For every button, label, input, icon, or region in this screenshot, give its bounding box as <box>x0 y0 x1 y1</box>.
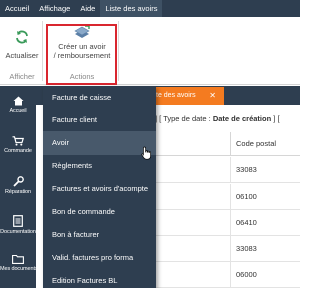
filter-suffix: ] [ <box>271 114 280 123</box>
group-label-display: Afficher <box>9 72 35 81</box>
ribbon-separator <box>42 21 43 81</box>
refresh-icon <box>16 30 28 44</box>
grid-header: Code postal <box>155 132 300 156</box>
refresh-label: Actualiser <box>5 51 39 60</box>
menu-item-reglements[interactable]: Règlements <box>43 154 156 178</box>
sidebar-item-label: Documentation <box>0 229 36 235</box>
menu-item-factures-et-avoirs-d-acompte[interactable]: Factures et avoirs d'acompte <box>43 177 156 201</box>
highlight-box <box>46 24 117 85</box>
home-icon <box>13 96 23 106</box>
filter-date-type: Date de création <box>212 114 272 123</box>
cell-code-postal: 33083 <box>230 236 300 262</box>
menu-affichage[interactable]: Affichage <box>34 0 75 17</box>
sidebar-item-label: Réparation <box>5 189 31 195</box>
menu-item-bon-de-commande[interactable]: Bon de commande <box>43 200 156 224</box>
table-row[interactable]: 33083 <box>155 236 300 262</box>
table-row[interactable]: 06410 <box>155 210 300 236</box>
menu-liste-des-avoirs[interactable]: Liste des avoirs <box>100 0 163 17</box>
sidebar-item-commande[interactable]: Commande <box>0 136 36 154</box>
table-row[interactable]: 06100 <box>155 184 300 210</box>
sidebar: Accueil Commande Réparation Documentatio… <box>0 86 38 288</box>
cell-code-postal: 06000 <box>230 262 300 288</box>
filter-summary: ] [ Type de date : Date de création ] [ <box>155 109 280 129</box>
sidebar-item-accueil[interactable]: Accueil <box>0 96 36 114</box>
sidebar-item-label: Mes documents <box>0 266 38 272</box>
menu-item-facture-de-caisse[interactable]: Facture de caisse <box>43 86 156 110</box>
cell-code-postal: 06410 <box>230 210 300 236</box>
document-icon <box>13 215 23 227</box>
menu-bar: Accueil Affichage Aide Liste des avoirs <box>0 0 300 17</box>
folder-icon <box>12 254 24 264</box>
cell-code-postal: 06100 <box>230 184 300 210</box>
ribbon-separator <box>118 21 119 81</box>
menu-aide[interactable]: Aide <box>75 0 100 17</box>
dropdown-menu: Facture de caisse Facture client Avoir R… <box>43 86 156 288</box>
close-icon[interactable]: ✕ <box>209 87 216 105</box>
ribbon: Actualiser Créer un avoir / remboursemen… <box>0 17 300 85</box>
column-header-code-postal[interactable]: Code postal <box>230 132 300 156</box>
cell-code-postal: 33083 <box>230 157 300 183</box>
sidebar-item-label: Commande <box>4 148 32 154</box>
tab-label: te des avoirs <box>156 92 196 99</box>
menu-item-valid-factures-pro-forma[interactable]: Valid. factures pro forma <box>43 246 156 270</box>
menu-item-facture-client[interactable]: Facture client <box>43 108 156 132</box>
menu-item-bon-a-facturer[interactable]: Bon à facturer <box>43 223 156 247</box>
sidebar-item-reparation[interactable]: Réparation <box>0 176 36 195</box>
menu-item-avoir[interactable]: Avoir <box>43 131 156 155</box>
table-row[interactable]: 33083 <box>155 157 300 183</box>
refresh-button[interactable]: Actualiser <box>4 29 40 60</box>
filter-prefix: ] [ Type de date : <box>155 114 213 123</box>
hand-cursor-icon <box>141 146 151 160</box>
sidebar-item-mes-documents[interactable]: Mes documents <box>0 254 38 272</box>
table-row[interactable]: 06000 <box>155 262 300 288</box>
sidebar-item-label: Accueil <box>9 108 27 114</box>
menu-item-edition-factures-bl[interactable]: Edition Factures BL <box>43 269 156 288</box>
wrench-icon <box>12 176 24 187</box>
tab-liste-des-avoirs[interactable]: te des avoirs ✕ <box>152 87 224 105</box>
menu-accueil[interactable]: Accueil <box>0 0 34 17</box>
cart-icon <box>12 136 24 146</box>
sidebar-item-documentation[interactable]: Documentation <box>0 215 36 235</box>
